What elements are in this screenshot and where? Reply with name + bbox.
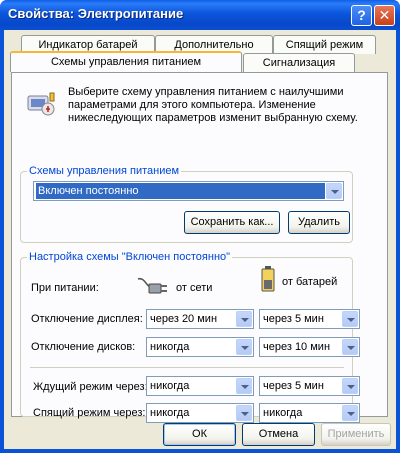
display-off-label: Отключение дисплея:	[31, 313, 143, 325]
disks-off-dc-value: через 10 мин	[263, 341, 331, 353]
dialog-client: Индикатор батарей Дополнительно Спящий р…	[4, 30, 396, 449]
power-scheme-select[interactable]: Включен постоянно	[33, 181, 344, 201]
battery-label: от батарей	[282, 276, 338, 288]
save-as-button[interactable]: Сохранить как...	[184, 211, 280, 234]
chevron-down-icon[interactable]	[236, 339, 252, 355]
standby-ac-value: никогда	[150, 380, 190, 392]
disks-off-ac-select[interactable]: никогда	[146, 337, 254, 357]
power-scheme-icon	[27, 92, 55, 116]
hibernate-dc-select[interactable]: никогда	[259, 403, 360, 423]
chevron-down-icon[interactable]	[342, 311, 358, 327]
standby-label: Ждущий режим через:	[33, 381, 148, 393]
power-schemes-panel: Выберите схему управления питанием с наи…	[11, 72, 388, 423]
standby-dc-value: через 5 мин	[263, 380, 324, 392]
tab-power-schemes[interactable]: Схемы управления питанием	[10, 51, 242, 72]
disks-off-label: Отключение дисков:	[31, 341, 136, 353]
battery-icon	[261, 266, 275, 292]
hibernate-ac-value: никогда	[150, 407, 190, 419]
standby-ac-select[interactable]: никогда	[146, 376, 254, 396]
title-bar[interactable]: Свойства: Электропитание ? ✕	[0, 0, 400, 30]
apply-button[interactable]: Применить	[321, 423, 391, 446]
ac-plug-icon	[137, 277, 167, 294]
window-title: Свойства: Электропитание	[8, 6, 184, 21]
chevron-down-icon[interactable]	[342, 378, 358, 394]
ok-button[interactable]: ОК	[163, 423, 236, 446]
disks-off-dc-select[interactable]: через 10 мин	[259, 337, 360, 357]
display-off-dc-value: через 5 мин	[263, 313, 324, 325]
display-off-ac-value: через 20 мин	[150, 313, 218, 325]
tab-alarms[interactable]: Сигнализация	[243, 53, 355, 72]
hibernate-label: Спящий режим через:	[33, 407, 146, 419]
chevron-down-icon[interactable]	[326, 183, 342, 199]
power-scheme-select-value: Включен постоянно	[36, 183, 325, 199]
properties-window: Свойства: Электропитание ? ✕ Индикатор б…	[0, 0, 400, 453]
display-off-ac-select[interactable]: через 20 мин	[146, 309, 254, 329]
hibernate-dc-value: никогда	[263, 407, 303, 419]
chevron-down-icon[interactable]	[236, 378, 252, 394]
chevron-down-icon[interactable]	[236, 405, 252, 421]
close-button[interactable]: ✕	[374, 5, 395, 26]
divider	[30, 367, 344, 368]
chevron-down-icon[interactable]	[342, 339, 358, 355]
standby-dc-select[interactable]: через 5 мин	[259, 376, 360, 396]
hibernate-ac-select[interactable]: никогда	[146, 403, 254, 423]
delete-button[interactable]: Удалить	[288, 211, 350, 234]
schemes-group-legend: Схемы управления питанием	[29, 165, 180, 177]
chevron-down-icon[interactable]	[342, 405, 358, 421]
display-off-dc-select[interactable]: через 5 мин	[259, 309, 360, 329]
intro-text: Выберите схему управления питанием с наи…	[68, 86, 358, 124]
disks-off-ac-value: никогда	[150, 341, 190, 353]
chevron-down-icon[interactable]	[236, 311, 252, 327]
scheme-settings-legend: Настройка схемы "Включен постоянно"	[29, 251, 231, 263]
help-button[interactable]: ?	[351, 5, 372, 26]
cancel-button[interactable]: Отмена	[242, 423, 315, 446]
ac-label: от сети	[176, 282, 213, 294]
tab-hibernate[interactable]: Спящий режим	[273, 35, 376, 54]
power-source-label: При питании:	[31, 282, 99, 294]
